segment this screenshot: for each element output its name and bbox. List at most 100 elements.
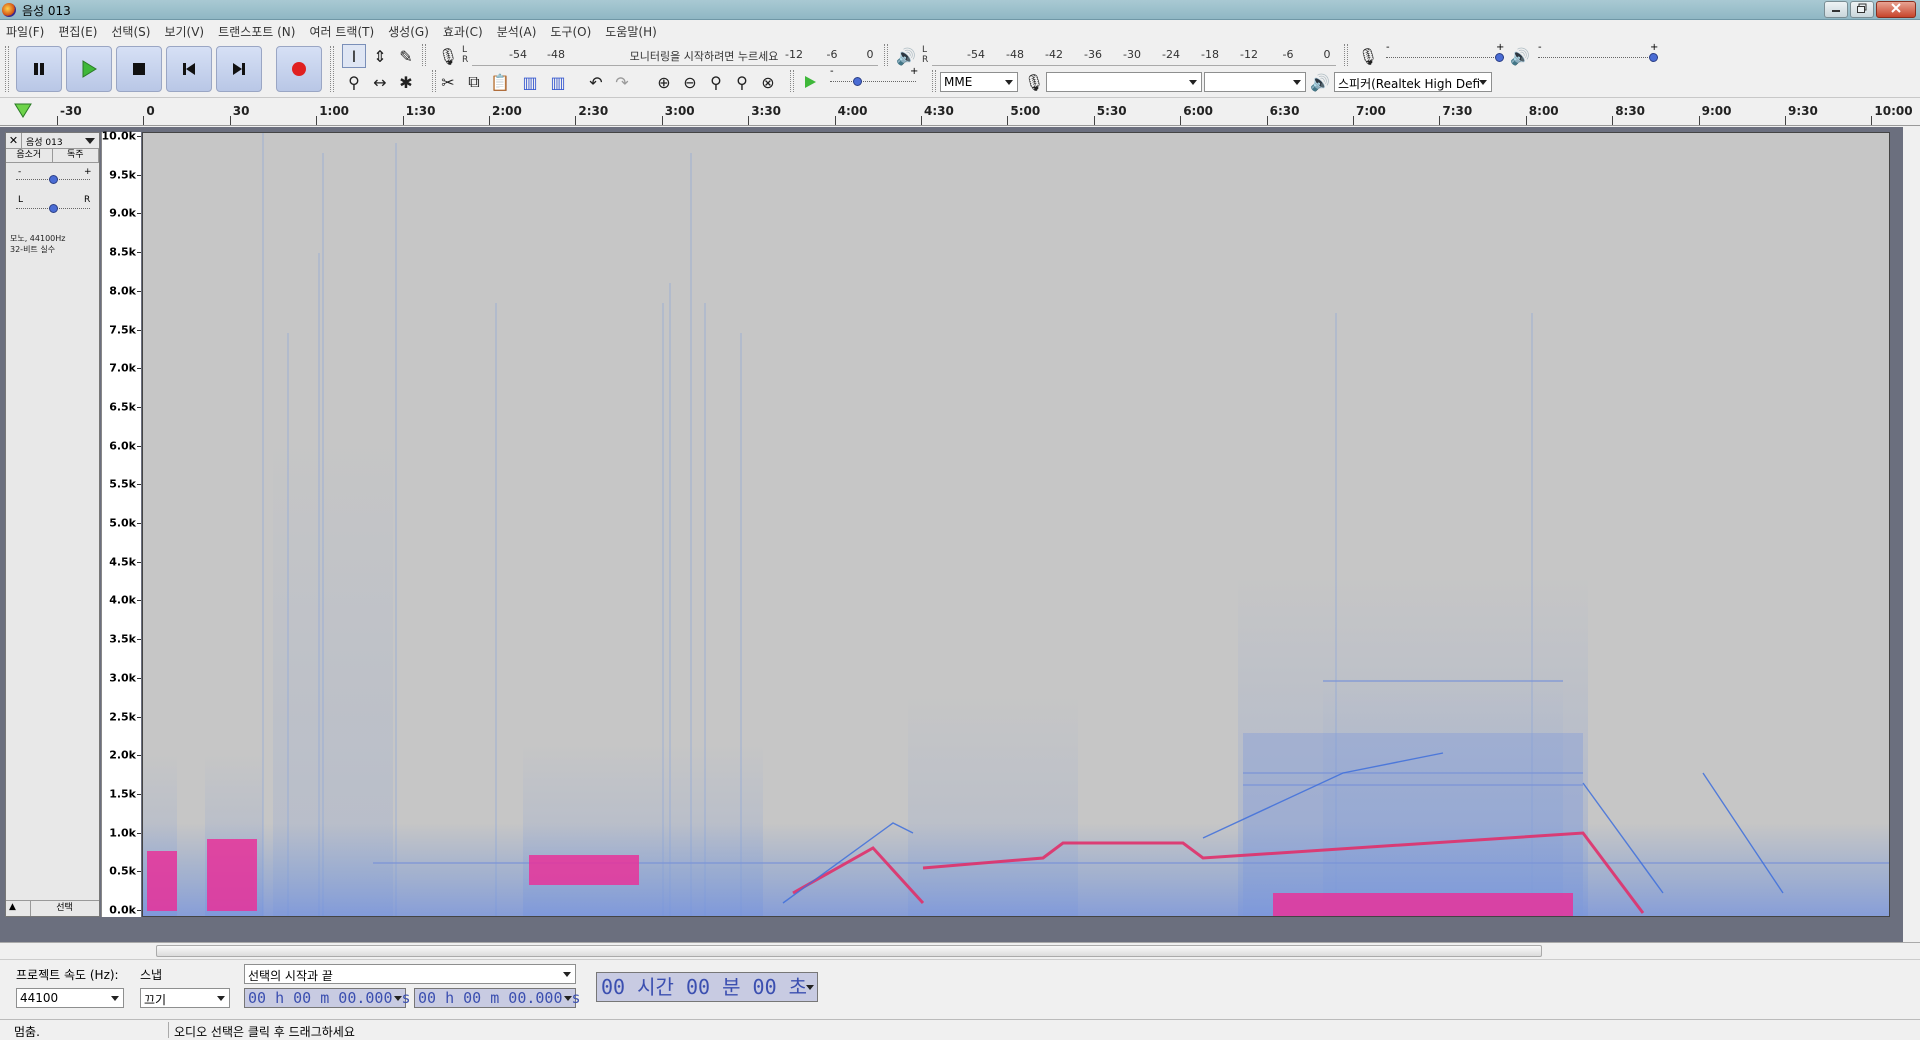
- collapse-track-button[interactable]: ▲: [9, 902, 23, 912]
- redo-button[interactable]: ↷: [610, 70, 634, 94]
- copy-button[interactable]: ⧉: [462, 70, 486, 94]
- slider-knob[interactable]: [853, 77, 863, 86]
- undo-button[interactable]: ↶: [584, 70, 608, 94]
- fit-selection-button[interactable]: ⚲: [704, 70, 728, 94]
- timeshift-tool-button[interactable]: ↔: [368, 70, 392, 94]
- multi-tool-button[interactable]: ✱: [394, 70, 418, 94]
- ruler-label: 4:00: [837, 104, 868, 118]
- audio-position-time[interactable]: 00 시간 00 분 00 초: [596, 972, 818, 1002]
- zoom-tool-button[interactable]: ⚲: [342, 70, 366, 94]
- skip-to-end-button[interactable]: [216, 46, 262, 92]
- project-rate-dropdown[interactable]: 44100: [16, 988, 124, 1008]
- selection-start-time[interactable]: 00 h 00 m 00.000 s: [244, 988, 411, 1008]
- zoom-out-icon: ⊖: [683, 72, 697, 92]
- zoom-toggle-button[interactable]: ⊗: [756, 70, 780, 94]
- toolbar-grip[interactable]: [5, 46, 9, 92]
- vertical-scrollbar[interactable]: [1903, 127, 1920, 942]
- select-track-button[interactable]: 선택: [30, 901, 98, 916]
- meter-tick: -6: [826, 48, 838, 61]
- freq-tick: [137, 639, 141, 641]
- gain-slider[interactable]: [16, 174, 90, 186]
- maximize-button[interactable]: [1850, 1, 1874, 18]
- timeline-ruler[interactable]: -30 0 30 1:00 1:30 2:00 2:30 3:00 3:30 4:00 4:30 5:…: [0, 98, 1920, 126]
- slider-knob[interactable]: [48, 204, 58, 213]
- freq-tick: [137, 445, 141, 447]
- play-button[interactable]: [66, 46, 112, 92]
- freq-label: 3.0k: [109, 671, 136, 685]
- ruler-label: 7:00: [1356, 104, 1386, 118]
- menu-tools[interactable]: 도구(O): [550, 23, 591, 40]
- recording-channels-dropdown[interactable]: [1204, 72, 1306, 92]
- scissors-icon: ✂: [441, 72, 455, 92]
- magnifier-icon: ⚲: [348, 72, 360, 92]
- close-button[interactable]: [1876, 1, 1916, 18]
- slider-knob[interactable]: [1649, 53, 1658, 62]
- track-name-button[interactable]: 음성 013: [26, 135, 63, 148]
- zoom-in-button[interactable]: ⊕: [652, 70, 676, 94]
- solo-button[interactable]: 독주: [53, 149, 99, 162]
- menu-effect[interactable]: 효과(C): [443, 23, 483, 40]
- menu-file[interactable]: 파일(F): [6, 23, 44, 40]
- zoom-out-button[interactable]: ⊖: [678, 70, 702, 94]
- pause-icon: [34, 63, 44, 75]
- playback-speed-slider[interactable]: [830, 76, 916, 88]
- freq-tick: [137, 910, 141, 911]
- playback-volume-slider[interactable]: [1538, 52, 1658, 64]
- scrollbar-thumb[interactable]: [156, 945, 1542, 957]
- menu-tracks[interactable]: 여러 트랙(T): [309, 23, 374, 40]
- selection-tool-button[interactable]: I: [342, 44, 366, 68]
- toolbar-grip[interactable]: [884, 44, 888, 66]
- snap-dropdown[interactable]: 끄기: [140, 988, 230, 1008]
- minimize-button[interactable]: [1824, 1, 1848, 18]
- skip-to-start-button[interactable]: [166, 46, 212, 92]
- menu-generate[interactable]: 생성(G): [388, 23, 429, 40]
- horizontal-scrollbar[interactable]: [0, 942, 1920, 959]
- stop-button[interactable]: [116, 46, 162, 92]
- paste-button[interactable]: 📋: [488, 70, 512, 94]
- slider-knob[interactable]: [1495, 53, 1504, 62]
- menu-help[interactable]: 도움말(H): [605, 23, 657, 40]
- pause-button[interactable]: [16, 46, 62, 92]
- record-button[interactable]: [276, 46, 322, 92]
- close-icon: [1891, 3, 1901, 13]
- record-meter-lr: L R: [462, 45, 469, 65]
- toolbar-grip[interactable]: [422, 44, 426, 66]
- record-meter-button[interactable]: 🎙: [436, 44, 460, 68]
- fit-project-button[interactable]: ⚲: [730, 70, 754, 94]
- ruler-tick: [661, 116, 663, 125]
- toolbar-grip[interactable]: [932, 70, 936, 92]
- record-volume-slider[interactable]: [1386, 52, 1504, 64]
- menu-view[interactable]: 보기(V): [164, 23, 204, 40]
- spectrogram-view[interactable]: [142, 132, 1890, 917]
- ruler-tick: [1266, 116, 1268, 125]
- silence-button[interactable]: ▥: [546, 70, 570, 94]
- slider-knob[interactable]: [48, 175, 58, 184]
- selection-end-time[interactable]: 00 h 00 m 00.000 s: [414, 988, 581, 1008]
- selection-mode-dropdown[interactable]: 선택의 시작과 끝: [244, 964, 576, 984]
- playback-device-dropdown[interactable]: 스피커(Realtek High Defi: [1334, 72, 1492, 92]
- pinned-play-head-icon[interactable]: [14, 103, 32, 119]
- envelope-tool-button[interactable]: ⇕: [368, 44, 392, 68]
- menu-analyze[interactable]: 분석(A): [497, 23, 537, 40]
- recording-device-dropdown[interactable]: [1046, 72, 1202, 92]
- menu-transport[interactable]: 트랜스포트 (N): [218, 23, 295, 40]
- draw-tool-button[interactable]: ✎: [394, 44, 418, 68]
- cut-button[interactable]: ✂: [436, 70, 460, 94]
- trim-button[interactable]: ▥: [518, 70, 542, 94]
- menu-select[interactable]: 선택(S): [111, 23, 150, 40]
- toolbar-grip[interactable]: [1344, 44, 1348, 66]
- toolbar-grip[interactable]: [330, 46, 334, 92]
- fit-project-icon: ⚲: [736, 72, 748, 92]
- freq-tick: [137, 523, 141, 524]
- chevron-down-icon[interactable]: [85, 138, 95, 144]
- close-track-button[interactable]: ✕: [6, 133, 22, 149]
- play-meter-button[interactable]: 🔊: [894, 44, 918, 68]
- record-meter[interactable]: -54 -48 모니터링을 시작하려면 누르세요 -12 -6 0: [472, 44, 878, 66]
- audio-host-dropdown[interactable]: MME: [940, 72, 1018, 92]
- mute-button[interactable]: 음소거: [6, 149, 53, 162]
- pan-slider[interactable]: [16, 203, 90, 215]
- menu-edit[interactable]: 편집(E): [58, 23, 97, 40]
- play-meter[interactable]: -54 -48 -42 -36 -30 -24 -18 -12 -6 0: [932, 44, 1336, 66]
- toolbar-grip[interactable]: [790, 70, 794, 92]
- play-at-speed-button[interactable]: [798, 70, 822, 94]
